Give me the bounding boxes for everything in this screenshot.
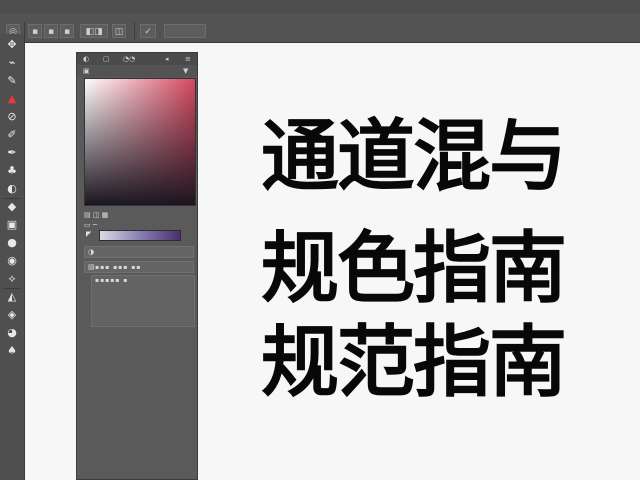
quick-select-icon[interactable]: ✎ xyxy=(4,74,20,88)
lasso-tool-icon[interactable]: ⌁ xyxy=(4,56,20,70)
list-item-dots: ▪▪▪▪▪ ▪ xyxy=(95,277,129,284)
mode-icon[interactable]: ▪ xyxy=(28,24,42,38)
panel-collapse-icon[interactable]: ◂ xyxy=(165,54,169,64)
panel-tab-swatches[interactable]: ▢ xyxy=(103,54,110,64)
blend-row[interactable]: ◑ xyxy=(84,246,194,258)
hand-tool-icon[interactable]: ♠ xyxy=(4,344,20,358)
menu-bar xyxy=(0,0,640,13)
color-panel: ◐ ▢ ◔◔ ◂ ≡ ▣ ▼ ▤ ◫ ▦ ▭ ─ ◤ ◑ ▤ ▪▪▪ ▪▪▪ ▪… xyxy=(76,52,198,480)
eraser-icon[interactable]: ◆ xyxy=(4,200,20,214)
fg-swatch-icon[interactable]: ▣ xyxy=(83,66,90,76)
options-bar: ◎ ▪ ▪ ▪ ◧◨ ◫ ✓ xyxy=(0,0,640,43)
refine-edge-dropdown[interactable] xyxy=(164,24,206,38)
move-tool-icon[interactable]: ✥ xyxy=(4,38,20,52)
panel-tab-bar: ◐ ▢ ◔◔ ◂ ≡ xyxy=(77,53,197,65)
selection-new-button[interactable]: ◧◨ xyxy=(80,24,108,38)
pen-tool-icon[interactable]: ⟡ xyxy=(4,272,20,286)
headline-line-2: 规色指南 xyxy=(261,224,567,314)
headline-line-3: 规范指南 xyxy=(261,318,567,408)
healing-brush-icon[interactable]: ✐ xyxy=(4,128,20,142)
headline-line-1: 通道混与 xyxy=(261,112,567,202)
clone-stamp-icon[interactable]: ♣ xyxy=(4,164,20,178)
eyedropper-icon[interactable]: ⊘ xyxy=(4,110,20,124)
gradient-preview[interactable] xyxy=(99,230,181,241)
swatch-label: ▭ ─ xyxy=(84,220,97,230)
gradient-icon: ◤ xyxy=(86,230,92,238)
add-selection-button[interactable]: ◫ xyxy=(112,24,126,38)
mode-icon-2[interactable]: ▪ xyxy=(44,24,58,38)
swatch-icon[interactable]: ▤ ◫ ▦ xyxy=(84,211,108,219)
separator xyxy=(134,22,135,40)
crop-tool-icon[interactable]: ▲ xyxy=(4,92,20,106)
history-brush-icon[interactable]: ◐ xyxy=(4,182,20,196)
swatch-text-icon: ▭ ─ xyxy=(84,221,98,229)
swatch-controls: ▤ ◫ ▦ xyxy=(84,210,108,220)
dodge-tool-icon[interactable]: ◉ xyxy=(4,254,20,268)
feather-icon[interactable]: ✓ xyxy=(140,24,156,38)
color-picker-field[interactable] xyxy=(84,78,196,206)
blend-icon: ◑ xyxy=(88,248,95,256)
toolbar-divider xyxy=(3,198,21,199)
tools-panel: ✥ ⌁ ✎ ▲ ⊘ ✐ ✒ ♣ ◐ ◆ ▣ ● ◉ ⟡ ◭ ◈ ◕ ♠ xyxy=(0,34,25,480)
shape-tool-icon[interactable]: ◕ xyxy=(4,326,20,340)
panel-subheader: ▣ ▼ xyxy=(77,65,197,77)
brush-tool-icon[interactable]: ✒ xyxy=(4,146,20,160)
panel-options-icon[interactable]: ▼ xyxy=(183,66,188,76)
channel-dots: ▪▪▪ ▪▪▪ ▪▪ xyxy=(95,264,142,271)
channel-icon: ▤ xyxy=(88,263,95,271)
blur-tool-icon[interactable]: ● xyxy=(4,236,20,250)
type-tool-icon[interactable]: ◭ xyxy=(4,290,20,304)
panel-tab-adjust[interactable]: ◔◔ xyxy=(123,54,135,64)
toolbar-divider xyxy=(3,288,21,289)
path-select-icon[interactable]: ◈ xyxy=(4,308,20,322)
panel-menu-icon[interactable]: ≡ xyxy=(185,54,191,64)
panel-tab-color[interactable]: ◐ xyxy=(83,54,89,64)
mode-icon-3[interactable]: ▪ xyxy=(60,24,74,38)
gradient-tool-icon[interactable]: ▣ xyxy=(4,218,20,232)
